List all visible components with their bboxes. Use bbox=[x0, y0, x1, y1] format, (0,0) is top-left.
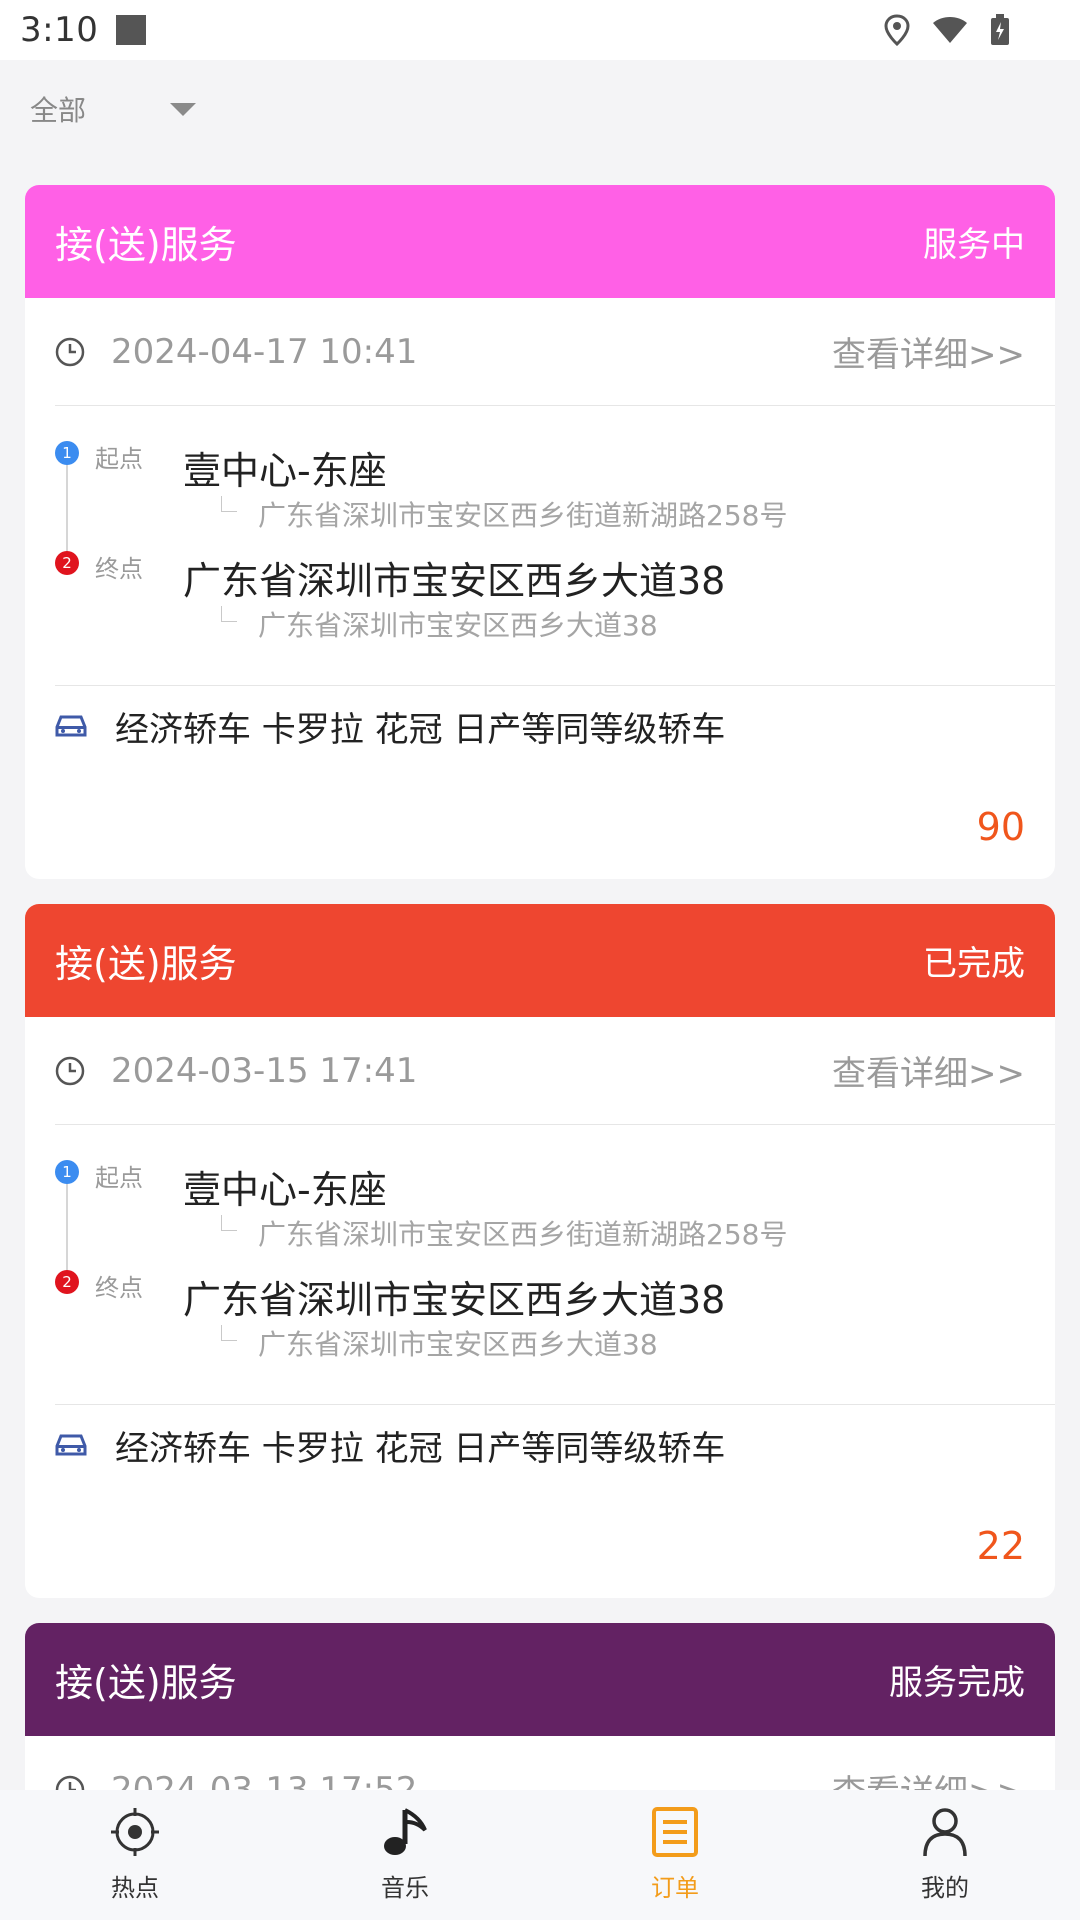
order-price: 22 bbox=[976, 1524, 1025, 1568]
clock-icon bbox=[55, 1056, 85, 1085]
car-icon bbox=[55, 1434, 87, 1456]
status-icons bbox=[884, 14, 1060, 46]
order-card[interactable]: 接(送)服务 已完成 2024-03-15 17:41 查看详细>> 1 起点 … bbox=[25, 904, 1055, 1598]
time-row: 2024-03-15 17:41 查看详细>> bbox=[55, 1017, 1055, 1125]
order-status: 已完成 bbox=[923, 944, 1025, 984]
filter-dropdown[interactable]: 全部 bbox=[0, 60, 1080, 158]
route-info: 1 起点 壹中心-东座 广东省深圳市宝安区西乡街道新湖路258号 2 终点 广东… bbox=[55, 1125, 1055, 1405]
order-status: 服务完成 bbox=[889, 1663, 1025, 1703]
car-icon bbox=[55, 715, 87, 737]
time-row: 2024-04-17 10:41 查看详细>> bbox=[55, 298, 1055, 406]
filter-label: 全部 bbox=[30, 94, 87, 127]
card-header: 接(送)服务 服务完成 bbox=[25, 1623, 1055, 1736]
service-title: 接(送)服务 bbox=[55, 223, 237, 267]
status-time: 3:10 bbox=[20, 10, 99, 50]
card-header: 接(送)服务 已完成 bbox=[25, 904, 1055, 1017]
route-info: 1 起点 壹中心-东座 广东省深圳市宝安区西乡街道新湖路258号 2 终点 广东… bbox=[55, 406, 1055, 686]
order-card[interactable]: 接(送)服务 服务中 2024-04-17 10:41 查看详细>> 1 起点 … bbox=[25, 185, 1055, 879]
music-note-icon bbox=[384, 1808, 427, 1855]
nav-item-hotspot[interactable]: 热点 bbox=[0, 1790, 270, 1920]
nav-label: 订单 bbox=[651, 1874, 699, 1902]
end-place: 广东省深圳市宝安区西乡大道38 bbox=[183, 1278, 726, 1322]
order-list: 接(送)服务 服务中 2024-04-17 10:41 查看详细>> 1 起点 … bbox=[25, 185, 1055, 1848]
location-icon bbox=[884, 14, 910, 46]
start-address: 广东省深圳市宝安区西乡街道新湖路258号 bbox=[258, 499, 788, 532]
nav-item-music[interactable]: 音乐 bbox=[270, 1790, 540, 1920]
notification-icon bbox=[116, 15, 147, 45]
order-list-icon bbox=[652, 1807, 698, 1857]
end-badge: 2 bbox=[55, 1270, 79, 1294]
start-badge: 1 bbox=[55, 1160, 79, 1184]
bottom-nav: 热点 音乐 订单 我的 bbox=[0, 1790, 1080, 1920]
view-detail-link[interactable]: 查看详细>> bbox=[832, 327, 1025, 376]
route-line bbox=[66, 456, 68, 566]
start-address: 广东省深圳市宝安区西乡街道新湖路258号 bbox=[258, 1218, 788, 1251]
start-place: 壹中心-东座 bbox=[183, 449, 387, 493]
car-type: 经济轿车 卡罗拉 花冠 日产等同等级轿车 bbox=[115, 1428, 726, 1469]
status-bar: 3:10 bbox=[0, 0, 1080, 60]
start-badge: 1 bbox=[55, 441, 79, 465]
order-status: 服务中 bbox=[923, 225, 1025, 265]
order-datetime: 2024-04-17 10:41 bbox=[111, 331, 418, 372]
card-header: 接(送)服务 服务中 bbox=[25, 185, 1055, 298]
end-address: 广东省深圳市宝安区西乡大道38 bbox=[258, 1328, 658, 1361]
corner-connector-icon bbox=[221, 496, 237, 512]
start-tag: 起点 bbox=[95, 1164, 143, 1192]
start-place: 壹中心-东座 bbox=[183, 1168, 387, 1212]
order-datetime: 2024-03-15 17:41 bbox=[111, 1050, 418, 1091]
service-title: 接(送)服务 bbox=[55, 1661, 237, 1705]
end-tag: 终点 bbox=[95, 555, 143, 583]
start-tag: 起点 bbox=[95, 445, 143, 473]
wifi-icon bbox=[933, 17, 967, 43]
end-place: 广东省深圳市宝安区西乡大道38 bbox=[183, 559, 726, 603]
car-row: 经济轿车 卡罗拉 花冠 日产等同等级轿车 bbox=[55, 1405, 1055, 1485]
end-tag: 终点 bbox=[95, 1274, 143, 1302]
caret-down-icon bbox=[170, 102, 197, 116]
corner-connector-icon bbox=[221, 1215, 237, 1231]
car-row: 经济轿车 卡罗拉 花冠 日产等同等级轿车 bbox=[55, 686, 1055, 766]
service-title: 接(送)服务 bbox=[55, 942, 237, 986]
order-price: 90 bbox=[976, 805, 1025, 849]
nav-label: 热点 bbox=[111, 1874, 159, 1902]
target-icon bbox=[111, 1808, 159, 1856]
clock-icon bbox=[55, 337, 85, 366]
nav-label: 我的 bbox=[921, 1874, 969, 1902]
car-type: 经济轿车 卡罗拉 花冠 日产等同等级轿车 bbox=[115, 709, 726, 750]
battery-icon bbox=[991, 14, 1009, 45]
corner-connector-icon bbox=[221, 1325, 237, 1341]
person-icon bbox=[923, 1808, 967, 1857]
nav-item-mine[interactable]: 我的 bbox=[810, 1790, 1080, 1920]
view-detail-link[interactable]: 查看详细>> bbox=[832, 1046, 1025, 1095]
end-badge: 2 bbox=[55, 551, 79, 575]
end-address: 广东省深圳市宝安区西乡大道38 bbox=[258, 609, 658, 642]
route-line bbox=[66, 1175, 68, 1285]
nav-label: 音乐 bbox=[381, 1874, 429, 1902]
corner-connector-icon bbox=[221, 606, 237, 622]
nav-item-orders[interactable]: 订单 bbox=[540, 1790, 810, 1920]
